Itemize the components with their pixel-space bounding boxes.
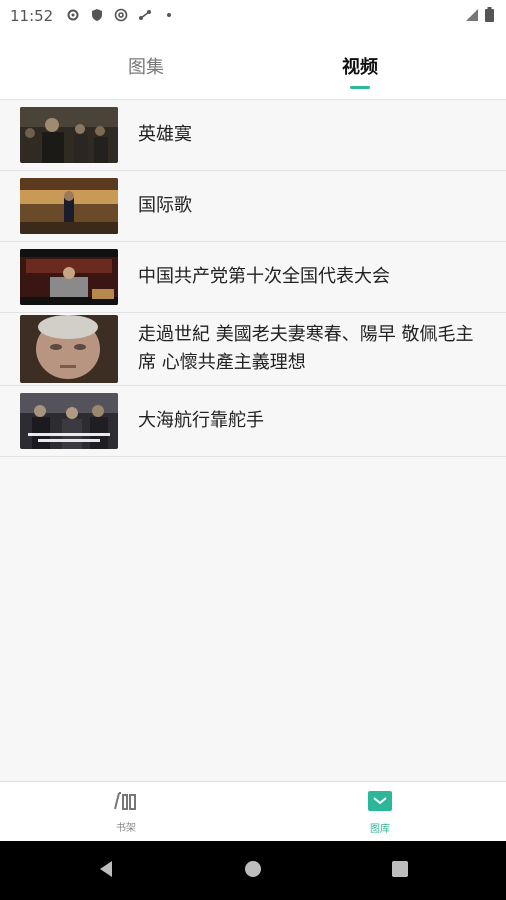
share-icon <box>137 8 153 24</box>
nav-bookshelf[interactable]: 书架 <box>66 782 186 842</box>
shield-icon <box>89 8 105 24</box>
status-time: 11:52 <box>10 7 54 25</box>
video-title: 国际歌 <box>138 195 192 216</box>
status-bar: 11:52 <box>0 0 506 32</box>
tab-videos-label: 视频 <box>342 56 378 78</box>
tab-active-indicator <box>350 86 370 89</box>
tab-videos[interactable]: 视频 <box>310 32 410 99</box>
top-tabs: 图集 视频 <box>0 32 506 100</box>
recents-button[interactable] <box>370 841 430 900</box>
back-icon <box>96 859 116 883</box>
video-title: 走過世紀 美國老夫妻寒春、陽早 敬佩毛主席 心懷共產主義理想 <box>138 324 474 373</box>
video-item[interactable]: 英雄寞 <box>0 100 506 171</box>
home-button[interactable] <box>223 841 283 900</box>
nav-gallery-label: 图库 <box>370 823 390 835</box>
video-item[interactable]: 国际歌 <box>0 171 506 242</box>
video-thumbnail <box>20 178 118 234</box>
nav-gallery[interactable]: 图库 <box>320 782 440 842</box>
video-list: 英雄寞 国际歌 中国共产党第十次全国代表大会 走過世紀 美國老夫妻寒春、陽早 敬… <box>0 100 506 457</box>
nav-bookshelf-label: 书架 <box>116 822 136 834</box>
battery-icon <box>485 6 494 26</box>
video-thumbnail <box>20 393 118 449</box>
status-icons <box>65 8 177 24</box>
at-sign-icon <box>113 8 129 24</box>
video-thumbnail <box>20 249 118 305</box>
video-title: 英雄寞 <box>138 124 192 145</box>
gear-icon <box>65 8 81 24</box>
video-item[interactable]: 大海航行靠舵手 <box>0 386 506 457</box>
video-thumbnail <box>20 315 118 383</box>
dot-icon <box>161 8 177 24</box>
video-item[interactable]: 中国共产党第十次全国代表大会 <box>0 242 506 313</box>
video-item[interactable]: 走過世紀 美國老夫妻寒春、陽早 敬佩毛主席 心懷共產主義理想 <box>0 313 506 386</box>
signal-icon <box>465 7 479 26</box>
home-icon <box>243 859 263 883</box>
recents-icon <box>390 859 410 883</box>
tab-gallery-label: 图集 <box>128 56 164 78</box>
back-button[interactable] <box>76 841 136 900</box>
gallery-icon <box>367 790 393 816</box>
tab-gallery[interactable]: 图集 <box>96 32 196 99</box>
bottom-nav: 书架 图库 <box>0 781 506 842</box>
system-navigation-bar <box>0 841 506 900</box>
video-title: 中国共产党第十次全国代表大会 <box>138 266 390 287</box>
video-title: 大海航行靠舵手 <box>138 410 264 431</box>
video-thumbnail <box>20 107 118 163</box>
bookshelf-icon <box>113 791 139 815</box>
status-right <box>465 6 494 26</box>
